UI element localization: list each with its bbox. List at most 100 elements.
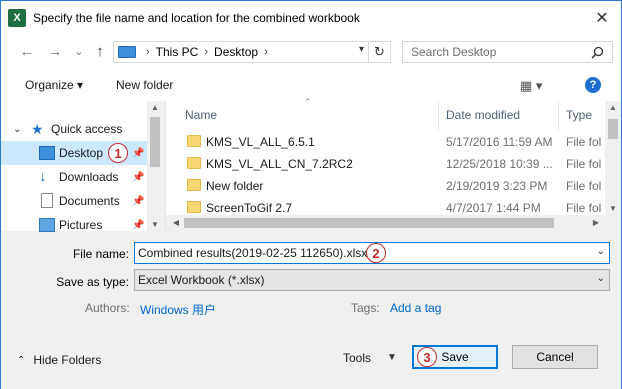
file-name: KMS_VL_ALL_6.5.1 [206, 135, 315, 149]
chevron-down-icon[interactable]: ▼ [387, 352, 397, 363]
annotation-badge: 1 [108, 143, 128, 163]
chevron-down-icon[interactable]: ⌄ [597, 246, 605, 257]
column-divider[interactable] [438, 101, 439, 131]
horizontal-scrollbar[interactable]: ◀ ▶ [166, 215, 621, 231]
file-list-scrollbar[interactable]: ▲ ▼ [605, 101, 621, 215]
sidebar-item-documents[interactable]: Documents 📌 [1, 189, 147, 213]
sidebar-item-label: Desktop [59, 146, 104, 160]
address-bar[interactable]: › This PC › Desktop › ▾ ↻ [113, 41, 391, 63]
documents-icon [41, 193, 53, 208]
file-type: File fol [566, 135, 602, 149]
up-arrow-icon[interactable]: ↑ [91, 42, 109, 60]
new-folder-button[interactable]: New folder [116, 78, 173, 92]
file-date: 12/25/2018 10:39 ... [446, 157, 553, 171]
view-options-icon[interactable]: ▦ ▾ [520, 78, 542, 94]
downloads-icon: ↓ [39, 168, 47, 185]
file-name: New folder [206, 179, 264, 193]
sort-ascending-icon: ⌃ [304, 97, 312, 107]
table-row[interactable]: New folder 2/19/2019 3:23 PM File fol [166, 175, 606, 197]
table-row[interactable]: KMS_VL_ALL_CN_7.2RC2 12/25/2018 10:39 ..… [166, 153, 606, 175]
tools-menu[interactable]: Tools [343, 351, 371, 365]
file-date: 4/7/2017 1:44 PM [446, 201, 541, 215]
scrollbar-thumb[interactable] [608, 119, 618, 139]
save-as-type-select[interactable]: Excel Workbook (*.xlsx) ⌄ [134, 269, 610, 291]
sidebar-item-label: Pictures [59, 218, 103, 232]
table-row[interactable]: KMS_VL_ALL_6.5.1 5/17/2016 11:59 AM File… [166, 131, 606, 153]
chevron-down-icon[interactable]: ⌄ [597, 273, 605, 284]
crumb-separator: › [264, 46, 268, 58]
file-type: File fol [566, 157, 602, 171]
breadcrumb-desktop[interactable]: Desktop [214, 45, 258, 59]
desktop-icon [39, 146, 55, 160]
scroll-left-icon[interactable]: ◀ [168, 218, 184, 227]
scroll-right-icon[interactable]: ▶ [588, 218, 604, 227]
folder-icon [187, 135, 201, 147]
organize-menu[interactable]: Organize ▾ [25, 78, 83, 92]
crumb-separator: › [146, 46, 150, 58]
sidebar-item-label: Downloads [59, 170, 119, 184]
navigation-pane: ⌄ ★ Quick access Desktop 📌 ↓ Downloads 📌… [1, 101, 163, 232]
forward-arrow-icon[interactable]: → [46, 42, 64, 60]
scrollbar-thumb[interactable] [184, 218, 554, 228]
authors-label: Authors: [85, 301, 130, 315]
pin-icon: 📌 [132, 171, 145, 183]
file-name-label: File name: [72, 247, 129, 261]
search-placeholder: Search Desktop [411, 45, 497, 59]
add-tag-link[interactable]: Add a tag [390, 301, 441, 315]
file-name: KMS_VL_ALL_CN_7.2RC2 [206, 157, 353, 171]
sidebar-item-downloads[interactable]: ↓ Downloads 📌 [1, 165, 147, 189]
crumb-separator: › [204, 46, 209, 58]
file-list: ⌃ Name Date modified Type KMS_VL_ALL_6.5… [165, 97, 621, 231]
breadcrumb-this-pc[interactable]: This PC [156, 45, 199, 59]
excel-icon: X [8, 9, 26, 27]
sidebar-item-label: Quick access [51, 122, 123, 136]
file-date: 2/19/2019 3:23 PM [446, 179, 548, 193]
chevron-up-icon: ⌃ [17, 354, 26, 366]
folder-icon [187, 179, 201, 191]
sidebar-item-quick-access[interactable]: ⌄ ★ Quick access [1, 117, 147, 141]
save-form: File name: Combined results(2019-02-25 1… [1, 233, 621, 333]
chevron-down-icon[interactable]: ▾ [359, 44, 364, 55]
cancel-button[interactable]: Cancel [512, 345, 598, 369]
dialog-footer: ⌃ Hide Folders Tools ▼ Save 3 Cancel [1, 333, 621, 389]
scrollbar-thumb[interactable] [150, 117, 160, 167]
file-type: File fol [566, 179, 602, 193]
navigation-bar: ← → ⌄ ↑ › This PC › Desktop › ▾ ↻ Search… [1, 35, 621, 69]
this-pc-icon [118, 46, 136, 58]
folder-icon [187, 157, 201, 169]
pin-icon: 📌 [132, 195, 145, 207]
scroll-up-icon[interactable]: ▲ [605, 103, 621, 112]
sidebar-item-label: Documents [59, 194, 120, 208]
file-date: 5/17/2016 11:59 AM [446, 135, 553, 149]
column-divider[interactable] [558, 101, 559, 131]
help-icon[interactable]: ? [585, 77, 601, 93]
file-name: ScreenToGif 2.7 [206, 201, 293, 215]
annotation-badge: 3 [417, 347, 437, 367]
save-as-type-value: Excel Workbook (*.xlsx) [138, 273, 265, 287]
title-bar: X Specify the file name and location for… [1, 1, 621, 35]
pictures-icon [39, 218, 55, 232]
scroll-up-icon[interactable]: ▲ [147, 103, 163, 112]
column-header-type[interactable]: Type [566, 108, 592, 122]
tags-label: Tags: [351, 301, 380, 315]
recent-locations-icon[interactable]: ⌄ [70, 42, 88, 60]
pin-icon: 📌 [132, 219, 145, 231]
file-type: File fol [566, 201, 602, 215]
save-as-type-label: Save as type: [56, 275, 129, 289]
scroll-down-icon[interactable]: ▼ [147, 220, 163, 229]
save-dialog: X Specify the file name and location for… [0, 0, 622, 389]
sidebar-scrollbar[interactable]: ▲ ▼ [147, 101, 163, 231]
annotation-badge: 2 [366, 243, 386, 263]
chevron-down-icon[interactable]: ⌄ [13, 124, 21, 135]
column-header-name[interactable]: Name [185, 108, 217, 122]
folder-icon [187, 201, 201, 213]
back-arrow-icon[interactable]: ← [18, 42, 36, 60]
column-header-date[interactable]: Date modified [446, 108, 520, 122]
authors-link[interactable]: Windows 用户 [140, 301, 216, 318]
scroll-down-icon[interactable]: ▼ [605, 204, 621, 213]
search-icon [591, 46, 604, 59]
search-input[interactable]: Search Desktop [402, 41, 613, 63]
refresh-icon[interactable]: ↻ [368, 42, 390, 62]
close-button[interactable]: ✕ [589, 5, 615, 31]
hide-folders-toggle[interactable]: ⌃ Hide Folders [17, 353, 101, 367]
